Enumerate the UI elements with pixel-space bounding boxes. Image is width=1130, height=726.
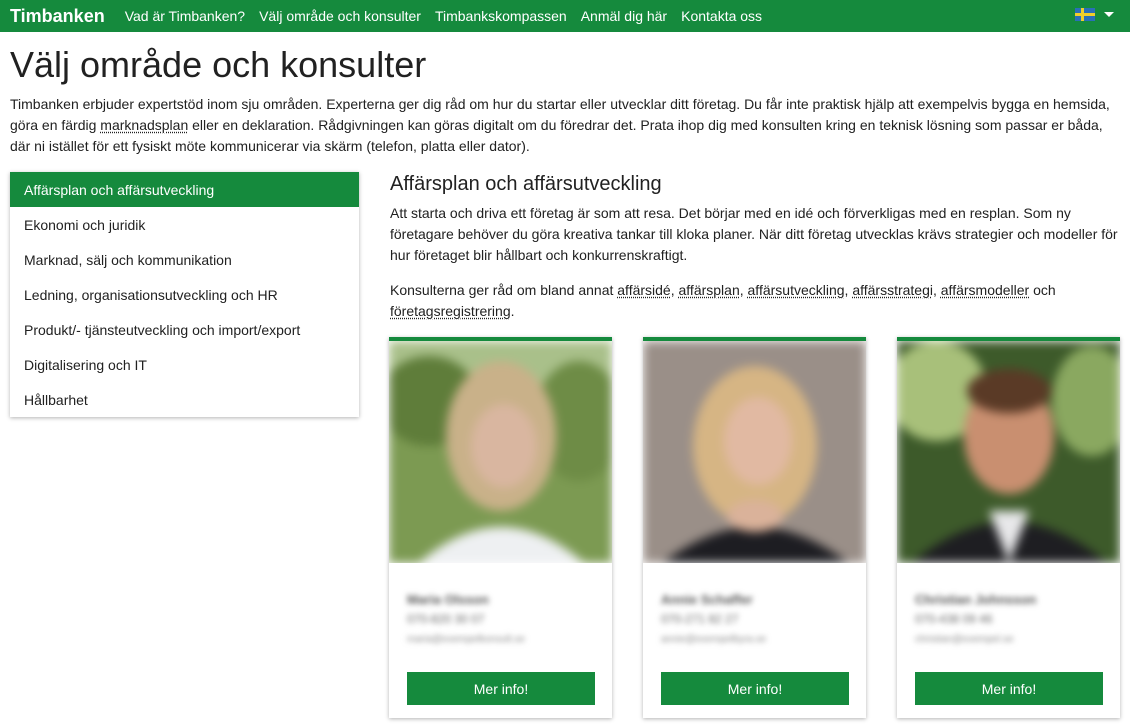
more-info-button[interactable]: Mer info! xyxy=(661,672,849,705)
marknadsplan-link[interactable]: marknadsplan xyxy=(100,117,188,133)
nav-link-contact[interactable]: Kontakta oss xyxy=(681,8,762,24)
section-title: Affärsplan och affärsutveckling xyxy=(390,173,662,195)
consultant-photo xyxy=(389,341,612,563)
consultant-photo xyxy=(897,341,1120,563)
nav-link-compass[interactable]: Timbankskompassen xyxy=(435,8,567,24)
page-title: Välj område och konsulter xyxy=(10,44,427,85)
area-menu: Affärsplan och affärsutveckling Ekonomi … xyxy=(10,172,359,417)
brand-logo[interactable]: Timbanken xyxy=(10,6,105,27)
consultant-cards: Maria Olsson 070-820 30 07 maria@exempel… xyxy=(389,337,1124,726)
topic-link-affaersstrategi[interactable]: affärsstrategi xyxy=(852,282,933,298)
area-content: Affärsplan och affärsutveckling Att star… xyxy=(390,173,1125,322)
nav-links: Vad är Timbanken? Välj område och konsul… xyxy=(125,8,776,24)
consultant-email[interactable]: maria@exempelkonsult.se xyxy=(407,634,525,645)
intro-text: Timbanken erbjuder expertstöd inom sju o… xyxy=(10,94,1120,157)
section-topics: Konsulterna ger råd om bland annat affär… xyxy=(390,282,1056,319)
nav-link-about[interactable]: Vad är Timbanken? xyxy=(125,8,245,24)
consultant-name: Annie Schaffer xyxy=(661,592,753,607)
consultant-phone: 070-271 82 27 xyxy=(661,612,739,626)
consultant-email[interactable]: annie@exempelbyra.se xyxy=(661,634,766,645)
more-info-button[interactable]: Mer info! xyxy=(915,672,1103,705)
topic-link-affaersutveckling[interactable]: affärsutveckling xyxy=(748,282,845,298)
top-navbar: Timbanken Vad är Timbanken? Välj område … xyxy=(0,0,1130,32)
chevron-down-icon xyxy=(1104,12,1114,17)
consultant-photo xyxy=(643,341,866,563)
language-dropdown[interactable] xyxy=(1075,8,1114,21)
consultant-phone: 070-438 09 46 xyxy=(915,612,993,626)
menu-item-hallbarhet[interactable]: Hållbarhet xyxy=(10,382,359,417)
consultant-card: Maria Olsson 070-820 30 07 maria@exempel… xyxy=(389,337,612,718)
topic-link-affaersplan[interactable]: affärsplan xyxy=(679,282,740,298)
menu-item-affarsplan[interactable]: Affärsplan och affärsutveckling xyxy=(10,172,359,207)
swedish-flag-icon xyxy=(1075,8,1095,21)
menu-item-digitalisering[interactable]: Digitalisering och IT xyxy=(10,347,359,382)
consultant-name: Maria Olsson xyxy=(407,592,489,607)
topics-prefix: Konsulterna ger råd om bland annat xyxy=(390,282,618,298)
menu-item-produkt[interactable]: Produkt/- tjänsteutveckling och import/e… xyxy=(10,312,359,347)
more-info-button[interactable]: Mer info! xyxy=(407,672,595,705)
nav-link-register[interactable]: Anmäl dig här xyxy=(581,8,667,24)
topics-suffix: . xyxy=(510,303,515,319)
topic-link-affaersmodeller[interactable]: affärsmodeller xyxy=(941,282,1029,298)
topic-link-foretagsregistrering[interactable]: företagsregistrering xyxy=(390,303,511,319)
topics-and: och xyxy=(1029,282,1056,298)
consultant-card: Annie Schaffer 070-271 82 27 annie@exemp… xyxy=(643,337,866,718)
consultant-name: Christian Johnsson xyxy=(915,592,1037,607)
topic-link-affaersidee[interactable]: affärsidé xyxy=(617,282,670,298)
nav-link-areas[interactable]: Välj område och konsulter xyxy=(259,8,421,24)
section-description: Att starta och driva ett företag är som … xyxy=(390,205,1118,263)
consultant-phone: 070-820 30 07 xyxy=(407,612,485,626)
consultant-card: Christian Johnsson 070-438 09 46 christi… xyxy=(897,337,1120,718)
menu-item-ekonomi[interactable]: Ekonomi och juridik xyxy=(10,207,359,242)
menu-item-ledning[interactable]: Ledning, organisationsutveckling och HR xyxy=(10,277,359,312)
menu-item-marknad[interactable]: Marknad, sälj och kommunikation xyxy=(10,242,359,277)
consultant-email[interactable]: christian@exempel.se xyxy=(915,634,1014,645)
